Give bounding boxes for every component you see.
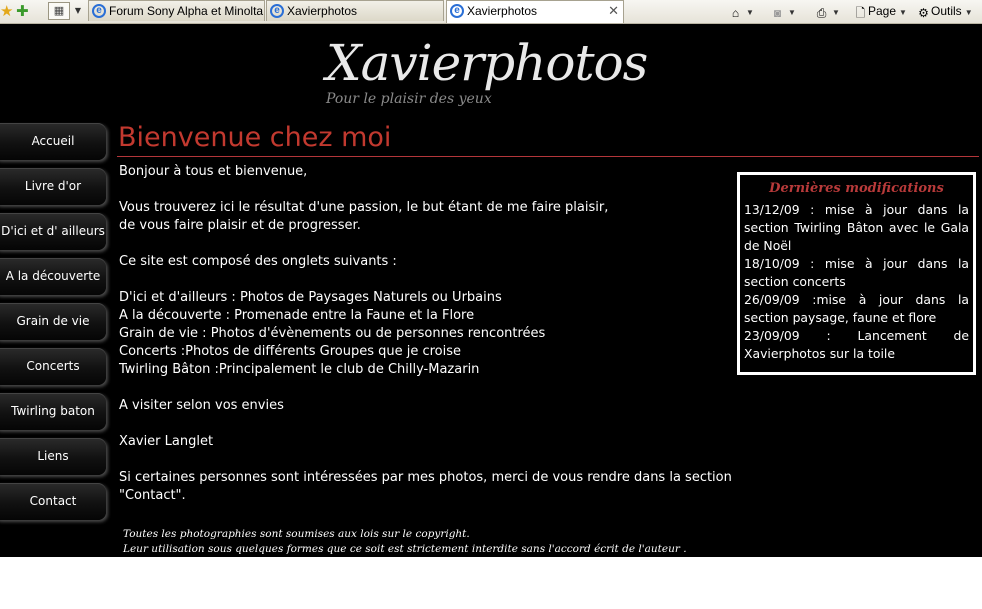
ie-page-icon: e <box>450 4 464 18</box>
chevron-down-icon: ▼ <box>899 8 907 17</box>
recent-updates-title: Dernières modifications <box>769 181 944 196</box>
logo-tagline: Pour le plaisir des yeux <box>326 91 492 107</box>
rss-feed-icon: ◙ <box>773 6 782 20</box>
main-content: Bonjour à tous et bienvenue, Vous trouve… <box>119 163 734 505</box>
add-favorite-icon[interactable]: ✚ <box>16 2 29 20</box>
visit-text: A visiter selon vos envies <box>119 398 284 413</box>
nav-accueil[interactable]: Accueil <box>0 123 106 160</box>
contact-text-line: "Contact". <box>119 488 186 503</box>
print-button[interactable]: ⎙ ▼ <box>814 2 840 20</box>
web-page: Xavierphotos Pour le plaisir des yeux Ac… <box>0 24 982 557</box>
home-button[interactable]: ⌂ ▼ <box>728 2 754 20</box>
update-item: 13/12/09 : mise à jour dans la section T… <box>744 202 969 253</box>
page-title: Bienvenue chez moi <box>118 122 392 153</box>
close-tab-icon[interactable]: ✕ <box>608 1 619 21</box>
browser-tab-label: Xavierphotos <box>467 4 538 18</box>
copyright-line: Toutes les photographies sont soumises a… <box>123 528 470 540</box>
printer-icon: ⎙ <box>816 6 827 20</box>
chevron-down-icon: ▼ <box>964 8 973 17</box>
home-icon: ⌂ <box>731 6 740 20</box>
contact-text-line: Si certaines personnes sont intéressées … <box>119 470 732 485</box>
nav-concerts[interactable]: Concerts <box>0 348 106 385</box>
nav-contact[interactable]: Contact <box>0 483 106 520</box>
chevron-down-icon[interactable]: ▼ <box>829 8 840 17</box>
update-item: 26/09/09 :mise à jour dans la section pa… <box>744 292 969 325</box>
nav-dici-et-dailleurs[interactable]: D'ici et d' ailleurs <box>0 213 106 250</box>
section-description: Concerts :Photos de différents Groupes q… <box>119 344 462 359</box>
tab-list-chevron-down-icon[interactable]: ▼ <box>72 2 84 20</box>
chevron-down-icon[interactable]: ▼ <box>785 8 796 17</box>
favorites-star-icon[interactable]: ★ <box>0 2 13 20</box>
browser-tab-label: Forum Sony Alpha et Minolta ... <box>109 4 265 18</box>
nav-twirling-baton[interactable]: Twirling baton <box>0 393 106 430</box>
quick-tabs-icon[interactable]: ▦ <box>48 2 70 20</box>
recent-updates-box: Dernières modifications 13/12/09 : mise … <box>737 172 976 375</box>
logo-title: Xavierphotos <box>326 34 648 92</box>
page-menu-button[interactable]: 🗋 Page ▼ <box>853 2 907 20</box>
gear-icon: ⚙ <box>918 6 929 20</box>
browser-toolbar: ★ ✚ ▦ ▼ e Forum Sony Alpha et Minolta ..… <box>0 0 982 24</box>
intro-text-line: Vous trouverez ici le résultat d'une pas… <box>119 200 609 215</box>
chevron-down-icon[interactable]: ▼ <box>743 8 754 17</box>
ie-page-icon: e <box>270 4 284 18</box>
nav-liens[interactable]: Liens <box>0 438 106 475</box>
nav-a-la-decouverte[interactable]: A la découverte <box>0 258 106 295</box>
section-description: D'ici et d'ailleurs : Photos de Paysages… <box>119 290 502 305</box>
browser-tab-xavierphotos[interactable]: e Xavierphotos <box>266 0 444 21</box>
section-description: Grain de vie : Photos d'évènements ou de… <box>119 326 546 341</box>
section-description: A la découverte : Promenade entre la Fau… <box>119 308 475 323</box>
copyright-notice: Toutes les photographies sont soumises a… <box>123 527 687 557</box>
update-item: 18/10/09 : mise à jour dans la section c… <box>744 256 969 289</box>
page-menu-label: Page <box>868 4 897 18</box>
nav-livre-dor[interactable]: Livre d'or <box>0 168 106 205</box>
page-icon: 🗋 <box>855 6 866 20</box>
greeting-text: Bonjour à tous et bienvenue, <box>119 164 308 179</box>
nav-grain-de-vie[interactable]: Grain de vie <box>0 303 106 340</box>
browser-tab-forum[interactable]: e Forum Sony Alpha et Minolta ... <box>88 0 265 21</box>
intro-text-line: de vous faire plaisir et de progresser. <box>119 218 361 233</box>
ie-page-icon: e <box>92 4 106 18</box>
tools-menu-label: Outils <box>931 4 962 18</box>
author-signature: Xavier Langlet <box>119 434 214 449</box>
copyright-line: Leur utilisation sous quelques formes qu… <box>123 543 687 555</box>
site-logo[interactable]: Xavierphotos Pour le plaisir des yeux <box>326 34 648 110</box>
feeds-button[interactable]: ◙ ▼ <box>770 2 796 20</box>
browser-tab-label: Xavierphotos <box>287 4 358 18</box>
section-description: Twirling Bâton :Principalement le club d… <box>119 362 480 377</box>
browser-tab-xavierphotos-active[interactable]: e Xavierphotos ✕ <box>446 0 624 23</box>
update-item: 23/09/09 : Lancement de Xavierphotos sur… <box>744 328 969 361</box>
tools-menu-button[interactable]: ⚙ Outils ▼ <box>916 2 973 20</box>
title-divider <box>117 156 979 157</box>
sections-intro-text: Ce site est composé des onglets suivants… <box>119 254 397 269</box>
